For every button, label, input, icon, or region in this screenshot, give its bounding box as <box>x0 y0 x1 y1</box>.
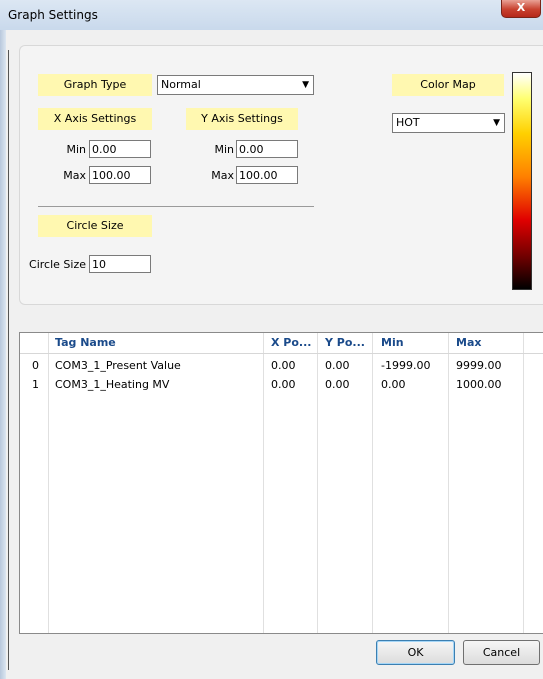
circle-size-field[interactable]: 10 <box>89 255 151 273</box>
row-x-pos: 0.00 <box>271 378 296 391</box>
tag-table: Tag Name X Po... Y Po... Min Max 0 COM3_… <box>19 332 543 634</box>
circle-size-header: Circle Size <box>38 215 152 237</box>
row-min: 0.00 <box>381 378 406 391</box>
row-y-pos: 0.00 <box>325 359 350 372</box>
row-tag-name: COM3_1_Present Value <box>55 359 181 372</box>
window-title: Graph Settings <box>8 8 98 22</box>
x-min-field[interactable]: 0.00 <box>89 140 151 158</box>
cancel-button[interactable]: Cancel <box>463 640 540 665</box>
row-max: 1000.00 <box>456 378 502 391</box>
column-header-min[interactable]: Min <box>381 336 404 349</box>
window-left-border <box>0 30 9 679</box>
chevron-down-icon: ▼ <box>493 118 500 128</box>
y-axis-settings-label: Y Axis Settings <box>186 108 298 130</box>
graph-type-value: Normal <box>161 78 201 91</box>
row-index: 0 <box>32 359 39 372</box>
row-y-pos: 0.00 <box>325 378 350 391</box>
ok-button[interactable]: OK <box>376 640 455 665</box>
row-x-pos: 0.00 <box>271 359 296 372</box>
color-map-label: Color Map <box>392 74 504 96</box>
column-header-y-pos[interactable]: Y Po... <box>325 336 365 349</box>
column-header-x-pos[interactable]: X Po... <box>271 336 311 349</box>
table-header: Tag Name X Po... Y Po... Min Max <box>20 333 543 354</box>
x-max-field[interactable]: 100.00 <box>89 166 151 184</box>
graph-type-label: Graph Type <box>38 74 152 96</box>
circle-size-label: Circle Size <box>29 258 86 271</box>
row-min: -1999.00 <box>381 359 431 372</box>
close-button[interactable]: X <box>501 0 541 18</box>
table-row[interactable]: 1 COM3_1_Heating MV 0.00 0.00 0.00 1000.… <box>20 376 543 394</box>
y-min-field[interactable]: 0.00 <box>236 140 298 158</box>
y-max-field[interactable]: 100.00 <box>236 166 298 184</box>
color-map-value: HOT <box>396 116 420 129</box>
color-map-preview <box>512 72 532 290</box>
x-axis-settings-label: X Axis Settings <box>38 108 152 130</box>
y-max-label: Max <box>211 169 234 182</box>
row-max: 9999.00 <box>456 359 502 372</box>
row-index: 1 <box>32 378 39 391</box>
column-header-tag-name[interactable]: Tag Name <box>55 336 116 349</box>
column-header-max[interactable]: Max <box>456 336 481 349</box>
row-tag-name: COM3_1_Heating MV <box>55 378 170 391</box>
title-bar: Graph Settings X <box>0 0 543 30</box>
x-min-label: Min <box>66 143 86 156</box>
chevron-down-icon: ▼ <box>302 80 309 90</box>
graph-type-select[interactable]: Normal ▼ <box>157 75 314 95</box>
table-row[interactable]: 0 COM3_1_Present Value 0.00 0.00 -1999.0… <box>20 357 543 375</box>
section-divider <box>38 206 314 207</box>
x-max-label: Max <box>63 169 86 182</box>
y-min-label: Min <box>214 143 234 156</box>
color-map-select[interactable]: HOT ▼ <box>392 113 505 133</box>
